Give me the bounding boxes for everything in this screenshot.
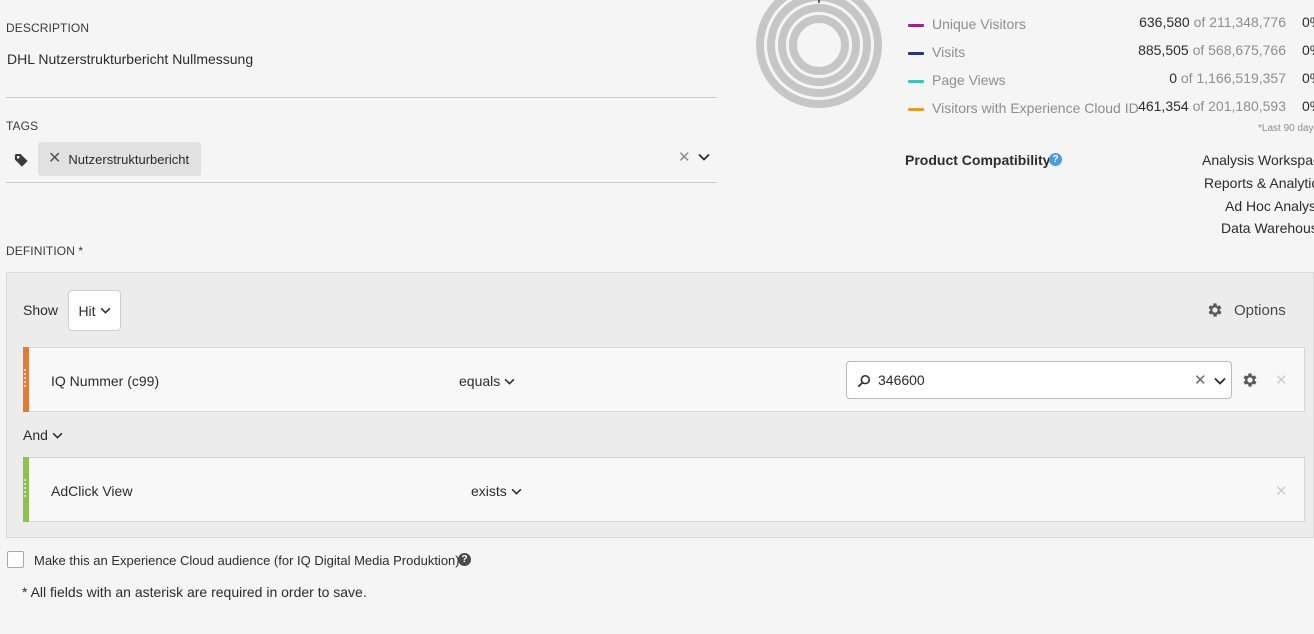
required-fields-note: * All fields with an asterisk are requir…: [22, 584, 367, 600]
metric-row-experience-cloud-visitors: Visitors with Experience Cloud ID 461,35…: [908, 98, 1314, 120]
metric-percent: 0%: [1302, 98, 1314, 114]
metric-name: Unique Visitors: [932, 16, 1026, 32]
clear-value-icon[interactable]: ✕: [1194, 371, 1207, 389]
metric-row-visits: Visits 885,505 of 568,675,766 0%: [908, 42, 1314, 64]
rule-operator-value: equals: [459, 373, 501, 389]
product-analysis-workspace: Analysis Workspace: [1202, 152, 1314, 168]
metric-percent: 0%: [1302, 14, 1314, 30]
chevron-down-icon: [100, 307, 110, 314]
metric-name: Page Views: [932, 72, 1006, 88]
metric-color-swatch: [908, 24, 924, 27]
description-heading: DESCRIPTION: [6, 21, 90, 35]
rule-drag-handle[interactable]: [23, 347, 29, 412]
audience-help-icon[interactable]: ?: [458, 553, 471, 566]
chevron-down-icon: [504, 378, 515, 385]
tag-icon: [14, 153, 28, 167]
metric-name: Visitors with Experience Cloud ID: [932, 100, 1139, 116]
experience-cloud-audience-label: Make this an Experience Cloud audience (…: [34, 553, 460, 568]
metric-name: Visits: [932, 44, 966, 60]
definition-heading: DEFINITION *: [6, 244, 84, 258]
rule-settings-gear-icon[interactable]: [1241, 371, 1259, 389]
tags-divider: [6, 182, 716, 183]
description-divider: [6, 97, 716, 98]
product-data-warehouse: Data Warehouse: [1221, 220, 1314, 236]
metric-row-unique-visitors: Unique Visitors 636,580 of 211,348,776 0…: [908, 14, 1314, 36]
rule-connector-select[interactable]: And: [23, 427, 63, 443]
description-field[interactable]: DHL Nutzerstrukturbericht Nullmessung: [7, 51, 253, 67]
metric-percent: 0%: [1302, 42, 1314, 58]
metric-total: of 568,675,766: [1192, 42, 1286, 58]
gear-icon[interactable]: [1206, 301, 1224, 319]
search-icon: [857, 374, 871, 388]
metric-total: of 1,166,519,357: [1180, 70, 1286, 86]
product-ad-hoc-analysis: Ad Hoc Analysis: [1225, 198, 1314, 214]
product-reports-analytics: Reports & Analytics: [1204, 175, 1314, 191]
metric-total: of 201,180,593: [1192, 98, 1286, 114]
rule-value-text: 346600: [878, 372, 925, 388]
metric-row-page-views: Page Views 0 of 1,166,519,357 0%: [908, 70, 1314, 92]
metrics-footnote: *Last 90 days: [1258, 123, 1314, 134]
experience-cloud-audience-checkbox[interactable]: [7, 551, 24, 568]
chevron-down-icon: [52, 432, 63, 439]
tags-dropdown-chevron-icon[interactable]: [698, 153, 710, 161]
metric-total: of 211,348,776: [1193, 14, 1286, 30]
rule-connector-value: And: [23, 427, 48, 443]
rule-operator-select[interactable]: exists: [471, 483, 522, 499]
tags-heading: TAGS: [6, 119, 39, 133]
metric-value: 885,505: [1138, 42, 1189, 58]
product-compatibility-help-icon[interactable]: ?: [1049, 153, 1062, 166]
metric-value: 461,354: [1138, 98, 1189, 114]
rule-operator-select[interactable]: equals: [459, 373, 515, 389]
remove-tag-icon[interactable]: ✕: [48, 151, 61, 167]
remove-rule-icon[interactable]: ✕: [1275, 371, 1288, 389]
metric-value: 636,580: [1139, 14, 1190, 30]
rule-operator-value: exists: [471, 483, 507, 499]
chevron-down-icon: [511, 488, 522, 495]
audience-donut-chart: [756, 0, 882, 108]
rule-row: AdClick View: [23, 457, 1305, 522]
remove-rule-icon[interactable]: ✕: [1275, 482, 1288, 500]
rule-dimension-name: IQ Nummer (c99): [51, 373, 160, 389]
metric-percent: 0%: [1302, 70, 1314, 86]
rule-dimension-name: AdClick View: [51, 483, 133, 499]
options-button[interactable]: Options: [1234, 302, 1286, 319]
tag-chip: ✕ Nutzerstrukturbericht: [38, 142, 201, 176]
rule-value-input[interactable]: 346600 ✕: [846, 361, 1232, 399]
tag-chip-label: Nutzerstrukturbericht: [68, 151, 190, 167]
show-label: Show: [23, 302, 59, 318]
clear-tags-icon[interactable]: ✕: [678, 148, 691, 166]
metric-value: 0: [1169, 70, 1177, 86]
metric-color-swatch: [908, 80, 924, 83]
chevron-down-icon[interactable]: [1214, 377, 1226, 385]
product-compatibility-label: Product Compatibility: [905, 152, 1051, 168]
rule-drag-handle[interactable]: [23, 457, 29, 522]
show-container-value: Hit: [78, 302, 96, 319]
show-container-select[interactable]: Hit: [68, 290, 121, 331]
metric-color-swatch: [908, 108, 924, 111]
metric-color-swatch: [908, 52, 924, 55]
